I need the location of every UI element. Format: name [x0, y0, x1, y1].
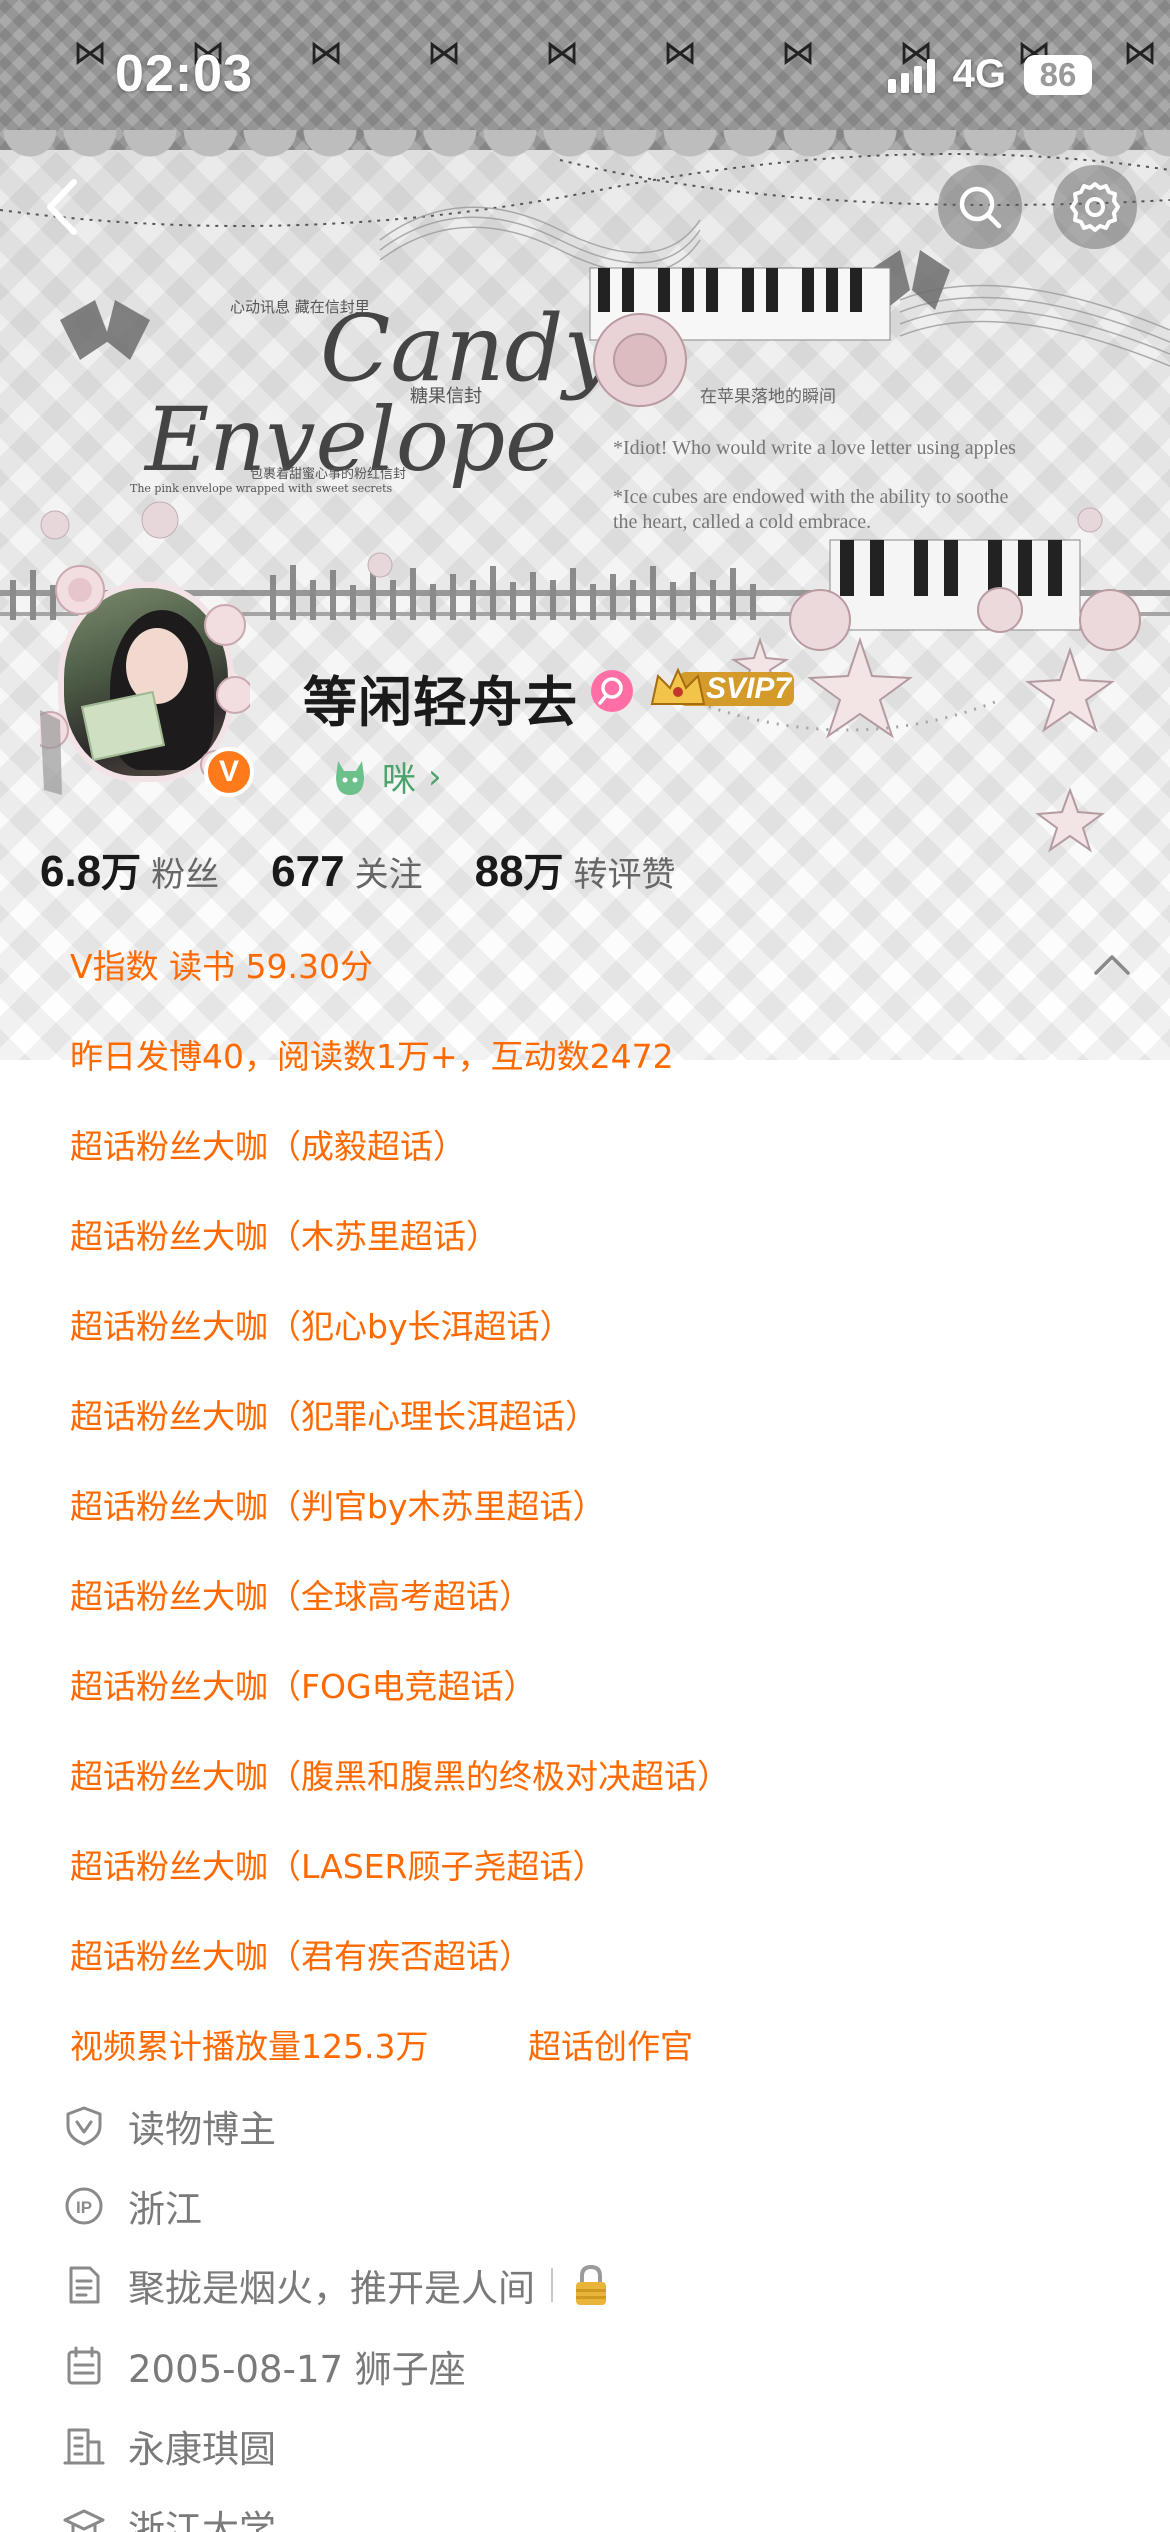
detail-row-category: 读物博主 [62, 2099, 276, 2153]
bow-decoration: ⋈ [781, 33, 815, 73]
stat-value: 677 [271, 847, 345, 896]
quote-ice-1: *Ice cubes are endowed with the ability … [613, 486, 1009, 508]
super-topic-fan-line[interactable]: 超话粉丝大咖（FOG电竞超话） [70, 1660, 537, 1708]
profile-page: ⋈ ⋈ ⋈ ⋈ ⋈ ⋈ ⋈ ⋈ ⋈ ⋈ Candy Envelope 糖果信封 … [0, 0, 1170, 2532]
super-topic-fan-line[interactable]: 超话粉丝大咖（犯罪心理长洱超话） [70, 1390, 598, 1438]
cellular-signal-icon [887, 57, 935, 93]
pet-entry[interactable]: 咪 › [330, 752, 442, 801]
bow-decoration: ⋈ [427, 33, 461, 73]
separator [551, 2268, 553, 2302]
stats-bar: 6.8万 粉丝 677 关注 88万 转评赞 [40, 840, 728, 898]
status-bar-time: 02:03 [115, 45, 253, 103]
yesterday-stats-line: 昨日发博40，阅读数1万+，互动数2472 [70, 1037, 674, 1076]
bio-extra [551, 2263, 611, 2307]
detail-text: 浙江大学 [128, 2508, 276, 2532]
stat-value: 6.8万 [40, 847, 142, 896]
lock-icon [576, 2264, 606, 2305]
piano-keys-right [829, 539, 1081, 631]
bow-decoration: ⋈ [663, 33, 697, 73]
detail-row-school: 浙江大学 [62, 2499, 276, 2532]
cat-icon [336, 760, 364, 795]
super-topic-fan-line[interactable]: 超话粉丝大咖（成毅超话） [70, 1120, 466, 1168]
verified-badge: V [204, 747, 254, 797]
logo-small-bottom: The pink envelope wrapped with sweet sec… [130, 482, 393, 495]
stat-followers[interactable]: 6.8万 粉丝 [40, 840, 219, 898]
network-type: 4G [952, 52, 1006, 96]
stat-label: 关注 [354, 855, 423, 895]
stat-label: 转评赞 [573, 855, 676, 895]
pet-label: 咪 [382, 760, 416, 800]
detail-text: 浙江 [128, 2188, 202, 2231]
profile-cover-background: ⋈ ⋈ ⋈ ⋈ ⋈ ⋈ ⋈ ⋈ ⋈ ⋈ Candy Envelope 糖果信封 … [0, 0, 1170, 1060]
collapse-button[interactable] [1090, 945, 1134, 985]
svip-badge[interactable]: SVIP7 [648, 664, 798, 714]
chevron-left-icon [47, 179, 77, 235]
calendar-icon [67, 2346, 101, 2385]
stat-interactions[interactable]: 88万 转评赞 [475, 840, 676, 898]
v-index-line[interactable]: V指数 读书 59.30分 [70, 940, 373, 988]
bio-document-icon [69, 2266, 100, 2304]
bow-decoration: ⋈ [309, 33, 343, 73]
chevron-right-icon: › [428, 756, 442, 797]
building-icon [63, 2428, 105, 2465]
status-bar-indicators: 4G 86 [887, 52, 1092, 97]
super-topic-fan-line[interactable]: 超话粉丝大咖（君有疾否超话） [70, 1930, 532, 1978]
graduation-cap-icon [63, 2509, 105, 2532]
super-topic-fan-line[interactable]: 超话粉丝大咖（LASER顾子尧超话） [70, 1840, 605, 1888]
svip-label: SVIP7 [706, 672, 792, 705]
settings-button[interactable] [1053, 165, 1137, 249]
detail-text: 永康琪圆 [128, 2428, 276, 2471]
quote-ice-2: the heart, called a cold embrace. [613, 511, 871, 533]
super-topic-fan-line[interactable]: 超话粉丝大咖（全球高考超话） [70, 1570, 532, 1618]
super-topic-creator-line[interactable]: 超话创作官 [528, 2020, 693, 2068]
logo-small-top: 心动讯息 藏在信封里 [230, 298, 370, 316]
logo-text-cn: 糖果信封 [410, 386, 482, 407]
super-topic-fan-line[interactable]: 超话粉丝大咖（木苏里超话） [70, 1210, 499, 1258]
quote-cn: 在苹果落地的瞬间 [700, 387, 836, 407]
detail-row-birthday: 2005-08-17 狮子座 [62, 2339, 466, 2393]
bow-decoration: ⋈ [545, 33, 579, 73]
stat-label: 粉丝 [151, 855, 220, 895]
username: 等闲轻舟去 [303, 671, 578, 734]
logo-small-mid: 包裹着甜蜜心事的粉红信封 [250, 466, 406, 482]
ip-location-icon: IP [65, 2187, 103, 2225]
bow-decoration: ⋈ [73, 33, 107, 73]
stat-value: 88万 [474, 847, 564, 896]
back-button[interactable] [32, 172, 102, 242]
svg-text:IP: IP [76, 2198, 92, 2217]
battery-icon: 86 [1024, 54, 1092, 95]
video-plays-line: 视频累计播放量125.3万 [70, 2027, 429, 2066]
search-button[interactable] [938, 165, 1022, 249]
detail-row-company: 永康琪圆 [62, 2419, 276, 2473]
super-topic-fan-line[interactable]: 超话粉丝大咖（判官by木苏里超话） [70, 1480, 605, 1528]
search-icon [959, 186, 1002, 229]
stat-following[interactable]: 677 关注 [271, 847, 422, 897]
detail-row-ip-location: IP 浙江 [62, 2179, 202, 2233]
detail-row-bio[interactable]: 聚拢是烟火，推开是人间 [62, 2258, 611, 2312]
chevron-up-icon [1094, 955, 1130, 975]
super-topic-fan-line[interactable]: 超话粉丝大咖（犯心by长洱超话） [70, 1300, 572, 1348]
detail-text: 2005-08-17 狮子座 [128, 2348, 466, 2391]
bow-decoration: ⋈ [1123, 33, 1157, 73]
gear-icon [1070, 182, 1120, 232]
shield-v-icon [66, 2106, 102, 2146]
quote-apples: *Idiot! Who would write a love letter us… [613, 437, 1016, 459]
detail-text: 聚拢是烟火，推开是人间 [128, 2267, 535, 2310]
detail-text: 读物博主 [128, 2108, 276, 2151]
female-gender-icon [591, 670, 633, 712]
super-topic-fan-line[interactable]: 超话粉丝大咖（腹黑和腹黑的终极对决超话） [70, 1750, 730, 1798]
